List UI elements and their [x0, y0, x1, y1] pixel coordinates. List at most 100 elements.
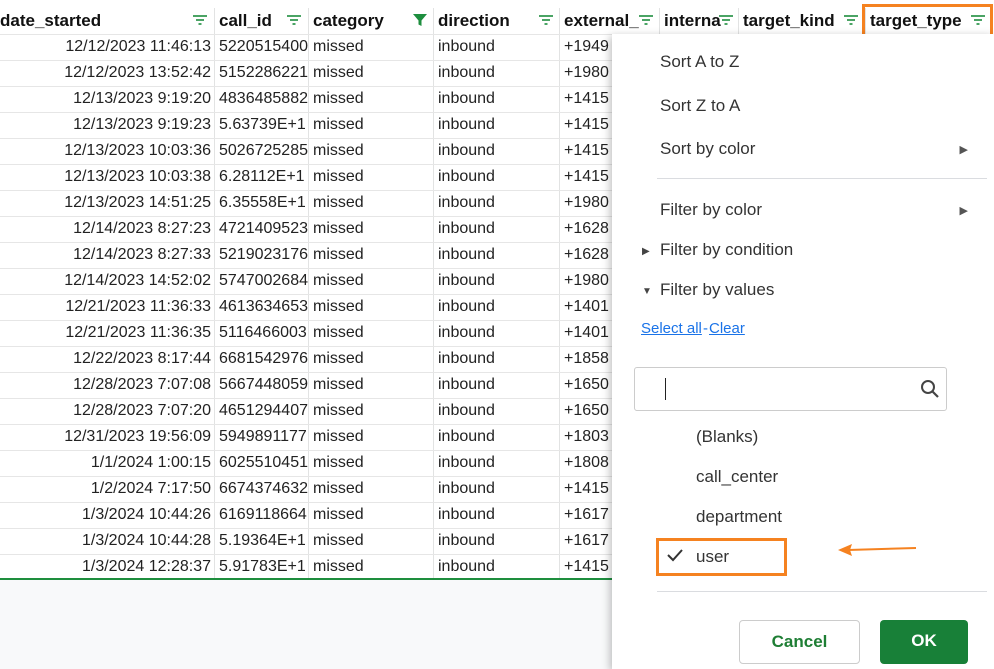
sort-by-color-item[interactable]: Sort by color [660, 139, 755, 159]
cell-call-id[interactable]: 5152286221 [219, 64, 308, 82]
header-direction[interactable]: direction [434, 8, 559, 34]
cell-external[interactable]: +1949 [564, 38, 612, 56]
cell-direction[interactable]: inbound [438, 298, 553, 316]
cell-direction[interactable]: inbound [438, 350, 553, 368]
cell-direction[interactable]: inbound [438, 376, 553, 394]
cell-category[interactable]: missed [313, 454, 428, 472]
cell-external[interactable]: +1415 [564, 168, 612, 186]
filter-funnel-icon[interactable] [412, 13, 428, 27]
cell-external[interactable]: +1980 [564, 64, 612, 82]
cell-direction[interactable]: inbound [438, 168, 553, 186]
filter-lines-icon[interactable] [638, 13, 654, 27]
cell-external[interactable]: +1415 [564, 480, 612, 498]
cell-date-started[interactable]: 12/14/2023 8:27:33 [0, 246, 211, 264]
cell-external[interactable]: +1415 [564, 558, 612, 576]
cell-category[interactable]: missed [313, 220, 428, 238]
cell-date-started[interactable]: 12/13/2023 10:03:38 [0, 168, 211, 186]
clear-link[interactable]: Clear [709, 320, 745, 337]
cell-external[interactable]: +1650 [564, 376, 612, 394]
cell-direction[interactable]: inbound [438, 220, 553, 238]
cell-category[interactable]: missed [313, 506, 428, 524]
cell-category[interactable]: missed [313, 558, 428, 576]
cell-call-id[interactable]: 5220515400 [219, 38, 308, 56]
cell-category[interactable]: missed [313, 142, 428, 160]
header-target-kind[interactable]: target_kind [739, 8, 865, 34]
cell-external[interactable]: +1650 [564, 402, 612, 420]
filter-lines-icon[interactable] [843, 13, 859, 27]
cell-category[interactable]: missed [313, 194, 428, 212]
cell-external[interactable]: +1980 [564, 272, 612, 290]
cell-external[interactable]: +1415 [564, 116, 612, 134]
cell-call-id[interactable]: 5747002684 [219, 272, 308, 290]
cell-call-id[interactable]: 6681542976 [219, 350, 308, 368]
cell-direction[interactable]: inbound [438, 506, 553, 524]
cell-category[interactable]: missed [313, 272, 428, 290]
cell-date-started[interactable]: 12/28/2023 7:07:08 [0, 376, 211, 394]
filter-lines-icon[interactable] [192, 13, 208, 27]
cell-category[interactable]: missed [313, 532, 428, 550]
cell-date-started[interactable]: 12/21/2023 11:36:33 [0, 298, 211, 316]
cell-external[interactable]: +1628 [564, 246, 612, 264]
cell-category[interactable]: missed [313, 480, 428, 498]
cell-external[interactable]: +1980 [564, 194, 612, 212]
cell-category[interactable]: missed [313, 116, 428, 134]
filter-lines-icon[interactable] [538, 13, 554, 27]
header-category[interactable]: category [309, 8, 433, 34]
cell-date-started[interactable]: 12/22/2023 8:17:44 [0, 350, 211, 368]
cell-direction[interactable]: inbound [438, 402, 553, 420]
filter-by-values-item[interactable]: Filter by values [660, 280, 774, 300]
cell-date-started[interactable]: 12/28/2023 7:07:20 [0, 402, 211, 420]
cell-external[interactable]: +1628 [564, 220, 612, 238]
cell-direction[interactable]: inbound [438, 194, 553, 212]
cell-direction[interactable]: inbound [438, 38, 553, 56]
cell-direction[interactable]: inbound [438, 272, 553, 290]
header-date-started[interactable]: date_started [0, 8, 214, 34]
cell-direction[interactable]: inbound [438, 558, 553, 576]
values-search-input[interactable] [634, 367, 947, 411]
search-icon[interactable] [920, 379, 940, 399]
cell-date-started[interactable]: 12/13/2023 9:19:23 [0, 116, 211, 134]
cell-category[interactable]: missed [313, 246, 428, 264]
cell-direction[interactable]: inbound [438, 480, 553, 498]
cell-direction[interactable]: inbound [438, 454, 553, 472]
header-internal[interactable]: interna [660, 8, 738, 34]
cell-call-id[interactable]: 5.19364E+1 [219, 532, 308, 550]
cell-category[interactable]: missed [313, 298, 428, 316]
cell-category[interactable]: missed [313, 90, 428, 108]
cell-call-id[interactable]: 4613634653 [219, 298, 308, 316]
select-all-link[interactable]: Select all [641, 320, 702, 337]
cell-external[interactable]: +1803 [564, 428, 612, 446]
cell-call-id[interactable]: 4721409523 [219, 220, 308, 238]
cell-direction[interactable]: inbound [438, 142, 553, 160]
cell-date-started[interactable]: 1/3/2024 10:44:28 [0, 532, 211, 550]
cell-date-started[interactable]: 12/13/2023 14:51:25 [0, 194, 211, 212]
cell-date-started[interactable]: 12/14/2023 14:52:02 [0, 272, 211, 290]
cell-external[interactable]: +1617 [564, 532, 612, 550]
cell-call-id[interactable]: 6169118664 [219, 506, 308, 524]
cell-external[interactable]: +1617 [564, 506, 612, 524]
cell-category[interactable]: missed [313, 168, 428, 186]
cell-date-started[interactable]: 12/12/2023 11:46:13 [0, 38, 211, 56]
cell-date-started[interactable]: 12/31/2023 19:56:09 [0, 428, 211, 446]
cell-call-id[interactable]: 5.91783E+1 [219, 558, 308, 576]
filter-lines-icon[interactable] [286, 13, 302, 27]
cell-category[interactable]: missed [313, 350, 428, 368]
cell-call-id[interactable]: 5116466003 [219, 324, 308, 342]
cell-direction[interactable]: inbound [438, 90, 553, 108]
cell-direction[interactable]: inbound [438, 428, 553, 446]
value-option-blanks[interactable]: (Blanks) [696, 427, 758, 447]
filter-by-condition-item[interactable]: Filter by condition [660, 240, 793, 260]
cell-call-id[interactable]: 4651294407 [219, 402, 308, 420]
cell-external[interactable]: +1415 [564, 90, 612, 108]
cell-call-id[interactable]: 6025510451 [219, 454, 308, 472]
filter-lines-icon[interactable] [718, 13, 734, 27]
cell-category[interactable]: missed [313, 402, 428, 420]
cell-call-id[interactable]: 6674374632 [219, 480, 308, 498]
cell-date-started[interactable]: 12/13/2023 10:03:36 [0, 142, 211, 160]
cell-call-id[interactable]: 5.63739E+1 [219, 116, 308, 134]
cell-call-id[interactable]: 5219023176 [219, 246, 308, 264]
cell-category[interactable]: missed [313, 376, 428, 394]
cell-call-id[interactable]: 5949891177 [219, 428, 308, 446]
cell-external[interactable]: +1401 [564, 298, 612, 316]
cell-call-id[interactable]: 6.28112E+1 [219, 168, 308, 186]
